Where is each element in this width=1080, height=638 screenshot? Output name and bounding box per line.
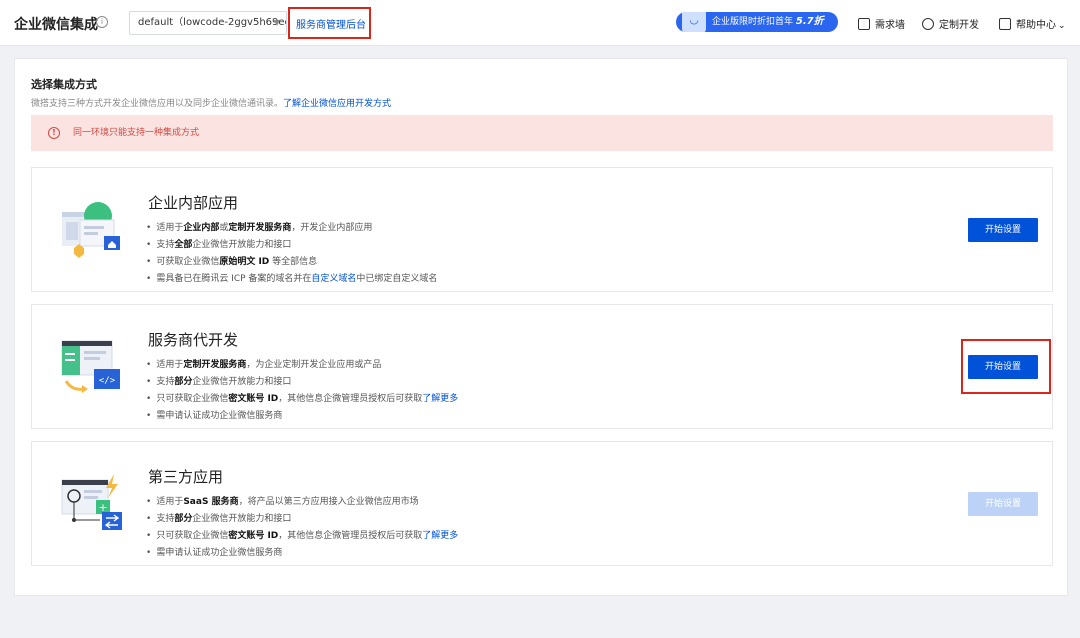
promo-text: 企业版限时折扣首年 — [712, 17, 794, 27]
feature-item: 需具备已在腾讯云 ICP 备案的域名并在自定义域名中已绑定自定义域名 — [146, 271, 437, 288]
text: ，开发企业内部应用 — [291, 223, 373, 233]
feature-item: 支持全部企业微信开放能力和接口 — [146, 237, 437, 254]
chevron-down-icon: ⌄ — [1058, 21, 1066, 31]
feature-list: 适用于SaaS 服务商，将产品以第三方应用接入企业微信应用市场 支持部分企业微信… — [146, 494, 458, 562]
text: 部分 — [174, 514, 193, 524]
feature-item: 需申请认证成功企业微信服务商 — [146, 545, 458, 562]
text: 中已绑定自定义域名 — [356, 274, 438, 284]
text: 等全部信息 — [269, 257, 318, 267]
text: 只可获取企业微信 — [156, 394, 229, 404]
third-party-illustration-icon: + — [61, 474, 122, 530]
text: 企业微信开放能力和接口 — [192, 377, 292, 387]
alert-text: 同一环境只能支持一种集成方式 — [73, 128, 200, 138]
service-provider-illustration-icon: </> — [61, 340, 120, 393]
nav-custom-development[interactable]: 定制开发 — [922, 16, 979, 31]
text: 适用于 — [156, 360, 184, 370]
text: 需具备已在腾讯云 ICP 备案的域名并在 — [156, 274, 312, 284]
text: 原始明文 ID — [219, 257, 270, 267]
text: 适用于 — [156, 223, 184, 233]
feature-item: 只可获取企业微信密文账号 ID，其他信息企微管理员授权后可获取了解更多 — [146, 391, 458, 408]
text: 定制开发服务商 — [183, 360, 247, 370]
start-setup-button[interactable]: 开始设置 — [968, 218, 1038, 242]
text: ，将产品以第三方应用接入企业微信应用市场 — [238, 497, 419, 507]
text: 密文账号 ID — [228, 394, 279, 404]
page-description: 微搭支持三种方式开发企业微信应用以及同步企业微信通讯录。了解企业微信应用开发方式 — [31, 96, 391, 109]
custom-domain-link[interactable]: 自定义域名 — [311, 274, 356, 284]
feature-item: 只可获取企业微信密文账号 ID，其他信息企微管理员授权后可获取了解更多 — [146, 528, 458, 545]
learn-more-link[interactable]: 了解更多 — [422, 531, 458, 541]
text: 只可获取企业微信 — [156, 531, 229, 541]
feature-item: 支持部分企业微信开放能力和接口 — [146, 511, 458, 528]
text: 企业内部 — [183, 223, 220, 233]
alert-banner: ! 同一环境只能支持一种集成方式 — [31, 115, 1053, 151]
card-internal-app: 企业内部应用 适用于企业内部或定制开发服务商，开发企业内部应用 支持全部企业微信… — [31, 167, 1053, 292]
text: 全部 — [174, 240, 193, 250]
card-third-party-app: + 第三方应用 适用于SaaS 服务商，将产品以第三方应用接入企业微信应用市场 … — [31, 441, 1053, 566]
page-description-text: 微搭支持三种方式开发企业微信应用以及同步企业微信通讯录。 — [31, 99, 284, 109]
integration-panel: 选择集成方式 微搭支持三种方式开发企业微信应用以及同步企业微信通讯录。了解企业微… — [14, 58, 1068, 596]
text: 需申请认证成功企业微信服务商 — [156, 411, 283, 421]
text: 支持 — [156, 240, 175, 250]
feature-item: 支持部分企业微信开放能力和接口 — [146, 374, 458, 391]
nav-requirement-wall-label: 需求墙 — [875, 20, 905, 31]
app-title: 企业微信集成 — [14, 17, 98, 33]
feature-item: 适用于企业内部或定制开发服务商，开发企业内部应用 — [146, 220, 437, 237]
learn-app-dev-link[interactable]: 了解企业微信应用开发方式 — [283, 99, 391, 109]
text: 需申请认证成功企业微信服务商 — [156, 548, 283, 558]
environment-select[interactable]: default（lowcode-2ggv5h69ee3 ▼ — [129, 11, 287, 35]
text: 定制开发服务商 — [228, 223, 292, 233]
start-setup-button-disabled[interactable]: 开始设置 — [968, 492, 1038, 516]
chevron-down-icon: ▼ — [273, 18, 280, 27]
text: ，其他信息企微管理员授权后可获取 — [278, 394, 423, 404]
promo-banner[interactable]: ◡ 企业版限时折扣首年 5.7折 — [676, 12, 838, 32]
info-icon[interactable]: i — [96, 16, 108, 28]
feature-list: 适用于定制开发服务商，为企业定制开发企业应用或产品 支持部分企业微信开放能力和接… — [146, 357, 458, 425]
nav-custom-development-label: 定制开发 — [939, 20, 979, 31]
help-monitor-icon — [999, 18, 1011, 30]
card-service-provider-dev: </> 服务商代开发 适用于定制开发服务商，为企业定制开发企业应用或产品 支持部… — [31, 304, 1053, 429]
text: 企业微信开放能力和接口 — [192, 240, 292, 250]
text: 适用于 — [156, 497, 184, 507]
text: ，其他信息企微管理员授权后可获取 — [278, 531, 423, 541]
nav-help-center[interactable]: 帮助中心 ⌄ — [999, 16, 1066, 31]
clipboard-icon — [858, 18, 870, 30]
feature-item: 适用于定制开发服务商，为企业定制开发企业应用或产品 — [146, 357, 458, 374]
feature-list: 适用于企业内部或定制开发服务商，开发企业内部应用 支持全部企业微信开放能力和接口… — [146, 220, 437, 288]
text: 可获取企业微信 — [156, 257, 220, 267]
text: 或 — [219, 223, 229, 233]
start-setup-button[interactable]: 开始设置 — [968, 355, 1038, 379]
top-bar: 企业微信集成 i default（lowcode-2ggv5h69ee3 ▼ 服… — [0, 0, 1080, 46]
shopping-bag-icon: ◡ — [682, 12, 706, 32]
environment-select-value: default（lowcode-2ggv5h69ee3 — [138, 17, 287, 28]
text: 部分 — [174, 377, 193, 387]
card-title: 服务商代开发 — [148, 331, 239, 349]
text: 密文账号 ID — [228, 531, 279, 541]
nav-help-center-label: 帮助中心 — [1016, 20, 1056, 31]
card-title: 企业内部应用 — [148, 194, 239, 212]
svg-text:</>: </> — [99, 376, 116, 386]
learn-more-link[interactable]: 了解更多 — [422, 394, 458, 404]
promo-discount: 5.7折 — [795, 16, 824, 27]
service-admin-link[interactable]: 服务商管理后台 — [296, 16, 366, 31]
text: 企业微信开放能力和接口 — [192, 514, 292, 524]
alert-icon: ! — [48, 127, 60, 139]
card-title: 第三方应用 — [148, 468, 224, 486]
internal-app-illustration-icon — [62, 202, 120, 258]
text: ，为企业定制开发企业应用或产品 — [246, 360, 382, 370]
feature-item: 需申请认证成功企业微信服务商 — [146, 408, 458, 425]
headset-icon — [922, 18, 934, 30]
feature-item: 适用于SaaS 服务商，将产品以第三方应用接入企业微信应用市场 — [146, 494, 458, 511]
nav-requirement-wall[interactable]: 需求墙 — [858, 16, 905, 31]
text: 支持 — [156, 514, 175, 524]
text: SaaS 服务商 — [183, 497, 239, 507]
page-title: 选择集成方式 — [31, 78, 97, 91]
feature-item: 可获取企业微信原始明文 ID 等全部信息 — [146, 254, 437, 271]
text: 支持 — [156, 377, 175, 387]
